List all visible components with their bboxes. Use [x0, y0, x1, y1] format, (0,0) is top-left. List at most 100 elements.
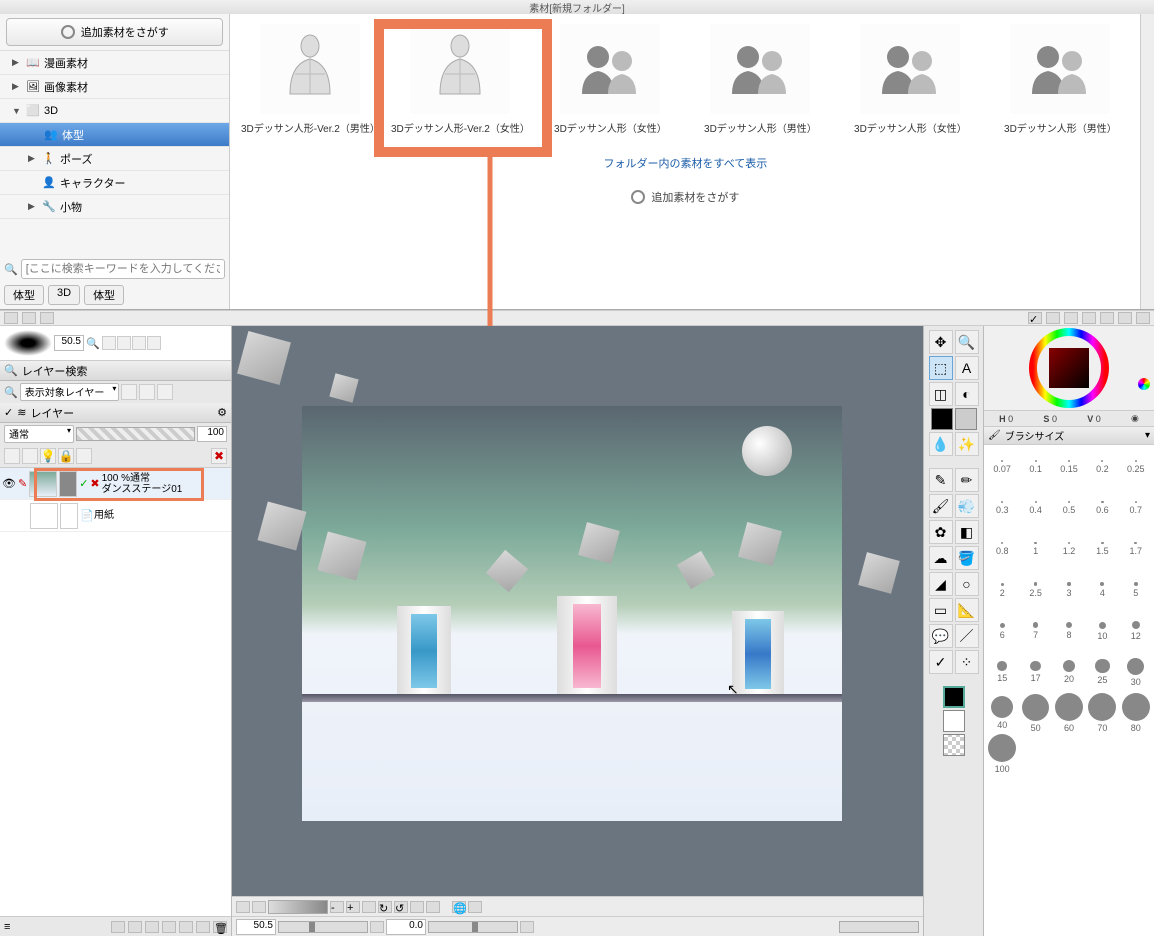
brush-size-cell[interactable]: 20	[1053, 652, 1085, 692]
color-cycle-icon[interactable]	[1138, 378, 1150, 390]
pencil-tool[interactable]: ✏	[955, 468, 979, 492]
view-list-icon[interactable]	[1046, 312, 1060, 324]
tag-3d[interactable]: 3D	[48, 285, 80, 305]
tree-item-pose[interactable]: ▶🚶ポーズ	[0, 147, 229, 171]
zoom-out-icon[interactable]: -	[330, 901, 344, 913]
search-materials-button[interactable]: 追加素材をさがす	[6, 18, 223, 46]
color-cycle-icon[interactable]: ◉	[1131, 413, 1139, 424]
ruler-tool[interactable]: 📐	[955, 598, 979, 622]
brush-opt-icon[interactable]	[117, 336, 131, 350]
nav-icon[interactable]	[236, 901, 250, 913]
zoom-value[interactable]: 50.5	[236, 919, 276, 935]
show-all-link[interactable]: フォルダー内の素材をすべて表示	[230, 155, 1140, 171]
horizontal-scrollbar[interactable]	[839, 921, 919, 933]
eraser-tool[interactable]: ◧	[955, 520, 979, 544]
brush-size-cell[interactable]: 1	[1019, 529, 1051, 569]
brush-size-cell[interactable]: 0.07	[986, 447, 1018, 487]
brush-size-value[interactable]: 50.5	[54, 335, 84, 351]
brush-opt-icon[interactable]	[102, 336, 116, 350]
tag-body-type[interactable]: 体型	[4, 285, 44, 305]
zoom-slider[interactable]	[268, 900, 328, 914]
search-input[interactable]	[21, 259, 226, 279]
brush-size-cell[interactable]: 0.7	[1120, 488, 1152, 528]
mask-icon[interactable]	[179, 921, 193, 933]
brush-size-cell[interactable]: 5	[1120, 570, 1152, 610]
search-again-button[interactable]: 追加素材をさがす	[631, 189, 739, 205]
correct-tool[interactable]: ✓	[929, 650, 953, 674]
view-check-icon[interactable]: ✓	[1028, 312, 1042, 324]
brush-opt-icon[interactable]	[132, 336, 146, 350]
brush-size-cell[interactable]: 80	[1120, 693, 1152, 733]
brush-size-cell[interactable]: 17	[1019, 652, 1051, 692]
brush-size-cell[interactable]: 7	[1019, 611, 1051, 651]
material-item[interactable]: 3Dデッサン人形-Ver.2（女性）	[390, 24, 530, 135]
lasso-tool[interactable]: ◐	[955, 382, 979, 406]
filter-icon[interactable]	[157, 384, 173, 400]
delete-icon[interactable]	[40, 312, 54, 324]
lock-icon[interactable]: 🔒	[58, 448, 74, 464]
brush-size-cell[interactable]: 40	[986, 693, 1018, 733]
3d-icon[interactable]	[468, 901, 482, 913]
layers-stack-icon[interactable]: ≡	[4, 921, 10, 933]
flip-icon[interactable]	[410, 901, 424, 913]
eyedropper-tool[interactable]: 💧	[929, 432, 953, 456]
material-item[interactable]: 3Dデッサン人形（男性）	[990, 24, 1130, 135]
color-wheel[interactable]	[984, 326, 1154, 411]
airbrush-tool[interactable]: 💨	[955, 494, 979, 518]
brush-size-cell[interactable]: 1.5	[1086, 529, 1118, 569]
target-layer-dropdown[interactable]: 表示対象レイヤー	[20, 383, 120, 401]
new-folder-icon[interactable]	[128, 921, 142, 933]
foreground-color[interactable]	[931, 408, 953, 430]
layer-row-stage[interactable]: 👁 ✎ ✓ ✖ 100 %通常ダンスステージ01	[0, 468, 231, 500]
brush-size-cell[interactable]: 6	[986, 611, 1018, 651]
folder-icon[interactable]	[4, 312, 18, 324]
pen-tool[interactable]: ✎	[929, 468, 953, 492]
brush-size-cell[interactable]: 0.25	[1120, 447, 1152, 487]
tree-item-image[interactable]: ▶🖼画像素材	[0, 75, 229, 99]
operation-tool[interactable]: ⬚	[929, 356, 953, 380]
tree-item-3d[interactable]: ▼⬜3D	[0, 99, 229, 123]
brush-size-cell[interactable]: 0.8	[986, 529, 1018, 569]
filter-icon[interactable]	[121, 384, 137, 400]
brush-opt-icon[interactable]	[147, 336, 161, 350]
menu-icon[interactable]: ⚙	[217, 406, 227, 419]
move-tool[interactable]: ✥	[929, 330, 953, 354]
brush-size-cell[interactable]: 8	[1053, 611, 1085, 651]
brush-size-cell[interactable]: 0.2	[1086, 447, 1118, 487]
bulb-icon[interactable]: 💡	[40, 448, 56, 464]
brush-size-cell[interactable]: 50	[1019, 693, 1051, 733]
material-item[interactable]: 3Dデッサン人形（女性）	[840, 24, 980, 135]
brush-size-cell[interactable]: 30	[1120, 652, 1152, 692]
color-white[interactable]	[943, 710, 965, 732]
brush-size-cell[interactable]: 25	[1086, 652, 1118, 692]
paste-icon[interactable]	[1118, 312, 1132, 324]
angle-slider[interactable]	[428, 921, 518, 933]
balloon-tool[interactable]: 💬	[929, 624, 953, 648]
fx-icon[interactable]	[196, 921, 210, 933]
trash-icon[interactable]: 🗑	[213, 921, 227, 933]
menu-icon[interactable]: ▾	[1145, 430, 1150, 441]
view-detail-icon[interactable]	[1100, 312, 1114, 324]
blend-mode-dropdown[interactable]: 通常	[4, 425, 74, 443]
text-tool[interactable]: A	[955, 356, 979, 380]
eye-icon[interactable]: 👁	[2, 477, 16, 490]
layer-row-paper[interactable]: 📄 用紙	[0, 500, 231, 532]
tree-item-manga[interactable]: ▶📖漫画素材	[0, 51, 229, 75]
brush-size-cell[interactable]: 15	[986, 652, 1018, 692]
dust-tool[interactable]: ⁘	[955, 650, 979, 674]
new-layer-icon[interactable]	[111, 921, 125, 933]
background-color[interactable]	[955, 408, 977, 430]
gradient-tool[interactable]: ◢	[929, 572, 953, 596]
brush-size-cell[interactable]: 0.1	[1019, 447, 1051, 487]
line-tool[interactable]: ／	[955, 624, 979, 648]
trash-icon[interactable]	[1136, 312, 1150, 324]
brush-size-cell[interactable]: 3	[1053, 570, 1085, 610]
brush-size-cell[interactable]: 2.5	[1019, 570, 1051, 610]
brush-size-cell[interactable]: 60	[1053, 693, 1085, 733]
tag-body-type-2[interactable]: 体型	[84, 285, 124, 305]
brush-size-cell[interactable]: 0.4	[1019, 488, 1051, 528]
brush-size-cell[interactable]: 0.15	[1053, 447, 1085, 487]
filter-icon[interactable]	[139, 384, 155, 400]
fit-icon[interactable]	[370, 921, 384, 933]
duplicate-icon[interactable]	[145, 921, 159, 933]
